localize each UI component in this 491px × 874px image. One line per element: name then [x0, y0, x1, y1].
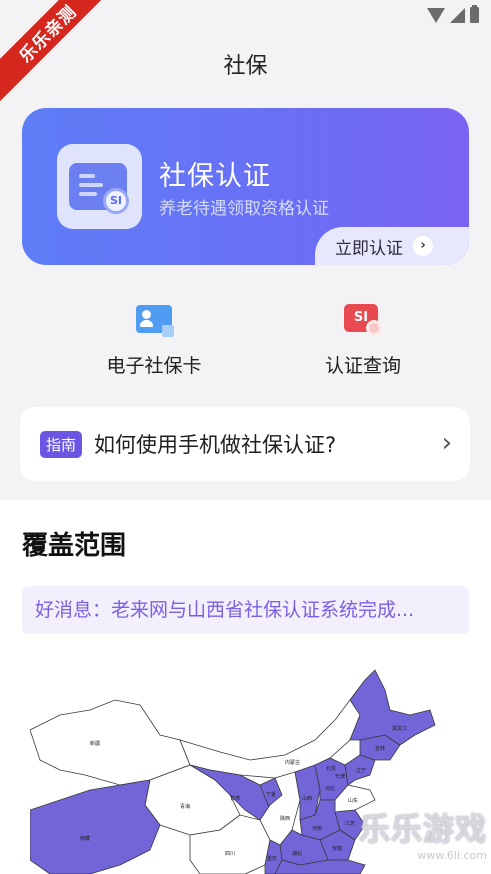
- map-label-jiangsu: 江苏: [345, 820, 355, 827]
- map-label-tibet: 西藏: [80, 835, 90, 842]
- map-label-ningxia: 宁夏: [266, 791, 276, 798]
- wifi-icon: [427, 8, 445, 23]
- map-label-tianjin: 天津: [335, 773, 345, 780]
- coverage-title: 覆盖范围: [22, 531, 127, 561]
- auth-query-label: 认证查询: [324, 355, 401, 377]
- status-icons: [427, 5, 479, 23]
- auth-card-subtitle: 养老待遇领取资格认证: [159, 199, 329, 219]
- map-label-shaanxi: 陕西: [280, 815, 290, 822]
- map-label-chongqing: 重庆: [267, 855, 277, 862]
- map-label-henan: 河南: [312, 825, 322, 832]
- map-label-hubei: 湖北: [292, 850, 302, 857]
- guide-item[interactable]: 指南 如何使用手机做社保认证? ›: [20, 407, 470, 481]
- map-region-inner-mongolia: [179, 679, 376, 779]
- map-region-heilongjiang: [349, 669, 436, 746]
- chevron-right-icon: ›: [441, 428, 452, 458]
- guide-text: 如何使用手机做社保认证?: [94, 433, 337, 457]
- battery-icon: [470, 5, 479, 23]
- map-label-jilin: 吉林: [375, 745, 385, 752]
- guide-tag: 指南: [40, 430, 83, 458]
- map-label-inner-mongolia: 内蒙古: [285, 759, 300, 766]
- e-social-card-entry[interactable]: 电子社保卡: [74, 302, 234, 378]
- page-title: 社保: [223, 54, 268, 79]
- map-label-heilongjiang: 黑龙江: [392, 725, 407, 732]
- auth-query-entry[interactable]: SI 认证查询: [283, 302, 443, 378]
- certificate-icon: SI: [57, 144, 142, 229]
- map-region-xinjiang: [30, 699, 191, 786]
- coverage-section: 覆盖范围 好消息：老来网与山西省社保认证系统完成... 黑龙江 吉林 辽宁 内蒙…: [0, 500, 491, 874]
- signal-icon: [450, 8, 465, 23]
- map-label-xinjiang: 新疆: [90, 740, 100, 747]
- map-label-anhui: 安徽: [332, 845, 342, 852]
- social-security-auth-card[interactable]: SI 社保认证 养老待遇领取资格认证 立即认证 ›: [22, 108, 469, 265]
- start-auth-label: 立即认证: [335, 238, 403, 259]
- map-label-shandong: 山东: [348, 797, 358, 804]
- map-label-hebei: 河北: [325, 785, 335, 792]
- brand-watermark: 乐乐游戏 www.6ll.com: [359, 804, 487, 862]
- e-social-card-label: 电子社保卡: [106, 355, 202, 377]
- map-region-south: [274, 859, 366, 874]
- certificate-search-icon: SI: [344, 302, 382, 336]
- start-auth-button[interactable]: 立即认证 ›: [315, 227, 469, 265]
- quick-entries: 电子社保卡 SI 认证查询: [0, 302, 491, 382]
- map-label-liaoning: 辽宁: [356, 767, 366, 774]
- brand-watermark-text: 乐乐游戏: [359, 812, 487, 848]
- chevron-right-icon: ›: [413, 236, 433, 256]
- map-label-gansu: 甘肃: [230, 795, 240, 802]
- map-region-tibet: [30, 779, 161, 874]
- map-label-beijing: 北京: [326, 765, 336, 772]
- id-card-icon: [135, 302, 174, 337]
- news-ticker[interactable]: 好消息：老来网与山西省社保认证系统完成...: [22, 586, 469, 634]
- auth-card-title: 社保认证: [159, 161, 271, 192]
- map-label-shanxi: 山西: [302, 795, 312, 802]
- si-seal-icon: SI: [103, 188, 129, 214]
- map-label-sichuan: 四川: [225, 851, 235, 857]
- brand-watermark-url: www.6ll.com: [417, 849, 487, 862]
- map-label-qinghai: 青海: [180, 803, 190, 810]
